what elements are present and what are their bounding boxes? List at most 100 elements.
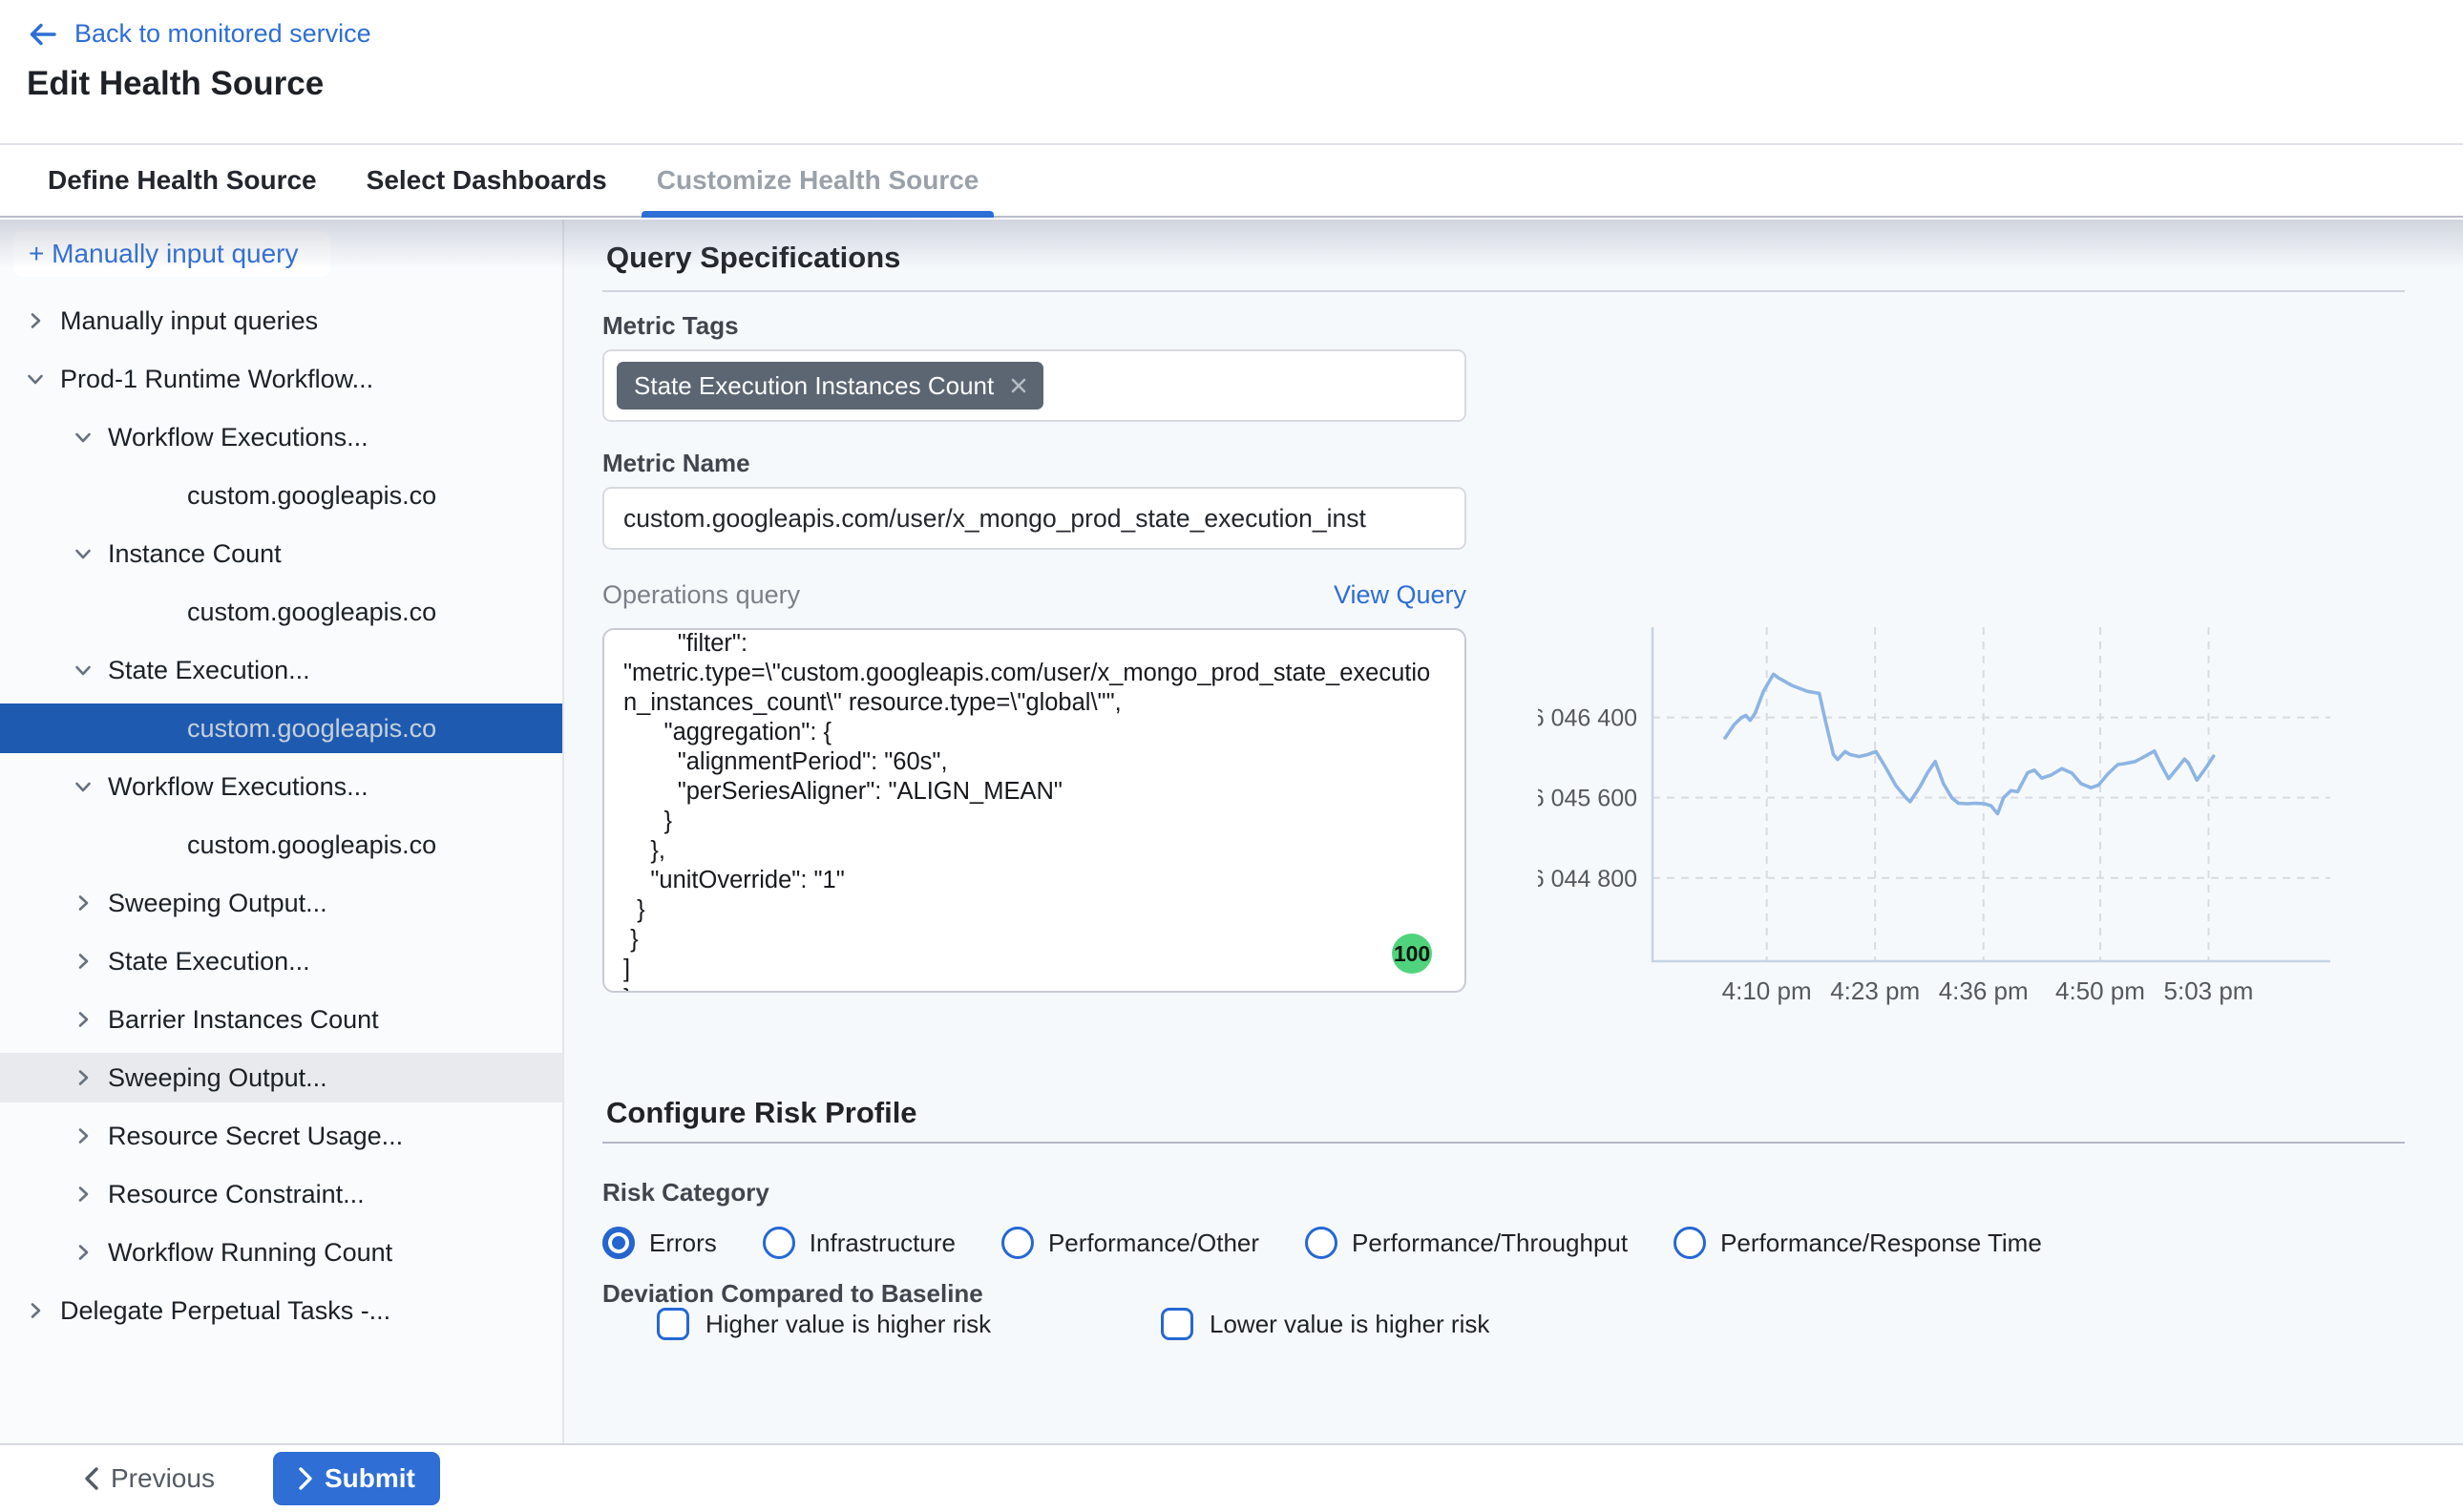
risk-category-radio-group: Errors Infrastructure Performance/Other Per… [602, 1222, 2042, 1264]
operations-query-editor[interactable]: "filter": "metric.type=\"custom.googleap… [602, 628, 1466, 993]
chevron-right-icon[interactable] [72, 1066, 95, 1089]
risk-category-radio-label: Errors [649, 1228, 717, 1258]
checkbox-icon [1161, 1308, 1193, 1340]
sidebar-tree-item[interactable]: Resource Secret Usage... [0, 1111, 562, 1161]
chevron-right-icon[interactable] [72, 1183, 95, 1206]
back-arrow-icon [27, 20, 59, 49]
deviation-checkbox-row: Higher value is higher risk Lower value … [602, 1308, 1939, 1350]
sidebar-tree-item[interactable]: Workflow Executions... [0, 412, 562, 462]
svg-text:4:50 pm: 4:50 pm [2055, 976, 2145, 1005]
sidebar-tree-item[interactable]: Instance Count [0, 529, 562, 578]
operations-query-text: "filter": "metric.type=\"custom.googleap… [623, 629, 1443, 993]
metric-tags-input[interactable]: State Execution Instances Count [602, 349, 1466, 422]
higher-value-checkbox-label: Higher value is higher risk [705, 1310, 991, 1339]
records-count-badge: 100 [1392, 934, 1432, 974]
sidebar-tree-item[interactable]: Barrier Instances Count [0, 995, 562, 1044]
sidebar-tree-item[interactable]: custom.googleapis.co [0, 471, 562, 520]
submit-button[interactable]: Submit [273, 1452, 440, 1505]
sidebar-tree-item[interactable]: Workflow Running Count [0, 1228, 562, 1277]
risk-category-radio[interactable]: Errors [602, 1227, 717, 1259]
sidebar-tree-item[interactable]: Sweeping Output... [0, 878, 562, 928]
checkbox-icon [657, 1308, 689, 1340]
risk-category-radio[interactable]: Performance/Other [1001, 1227, 1259, 1259]
sidebar-tree-item[interactable]: custom.googleapis.co [0, 820, 562, 870]
sidebar-tree-item-label: State Execution... [108, 947, 310, 976]
metric-name-input[interactable]: custom.googleapis.com/user/x_mongo_prod_… [602, 487, 1466, 550]
sidebar-tree-item-label: custom.googleapis.co [187, 481, 436, 511]
sidebar-tree-item-label: Instance Count [108, 539, 282, 569]
sidebar-metric-tree: + Manually input query Manually input qu… [0, 220, 564, 1443]
sidebar-tree-item[interactable]: Manually input queries [0, 296, 562, 346]
edit-health-source-page: Back to monitored service Edit Health So… [0, 0, 2463, 1512]
metric-tags-label: Metric Tags [602, 311, 739, 341]
operations-query-label: Operations query [602, 580, 800, 610]
sidebar-tree-item[interactable]: custom.googleapis.co [0, 587, 562, 637]
tab-define-health-source[interactable]: Define Health Source [46, 145, 319, 216]
sidebar-tree-item-label: Barrier Instances Count [108, 1005, 379, 1035]
sidebar-tree-item-label: Manually input queries [60, 306, 318, 336]
risk-category-radio-label: Infrastructure [810, 1228, 956, 1258]
section-divider [602, 290, 2405, 292]
metric-tree: Manually input queries Prod-1 Runtime Wor… [0, 296, 562, 1344]
sidebar-tree-item-label: State Execution... [108, 656, 310, 685]
risk-category-radio[interactable]: Infrastructure [763, 1227, 956, 1259]
sidebar-tree-item[interactable]: Prod-1 Runtime Workflow... [0, 354, 562, 404]
configure-risk-profile-heading: Configure Risk Profile [606, 1096, 917, 1130]
sidebar-tree-item[interactable]: Sweeping Output... [0, 1053, 562, 1102]
sidebar-tree-item-label: Workflow Executions... [108, 772, 368, 802]
risk-category-radio-label: Performance/Throughput [1352, 1228, 1628, 1258]
back-to-monitored-service-link[interactable]: Back to monitored service [27, 19, 371, 49]
chevron-right-icon[interactable] [72, 1008, 95, 1031]
chevron-right-icon[interactable] [72, 892, 95, 914]
sidebar-tree-item-label: custom.googleapis.co [187, 714, 436, 744]
footer: Previous Submit [0, 1443, 2463, 1512]
svg-text:36 045 600: 36 045 600 [1538, 786, 1637, 812]
add-manual-query-button[interactable]: + Manually input query [13, 231, 330, 277]
header: Back to monitored service Edit Health So… [0, 0, 2463, 143]
deviation-label: Deviation Compared to Baseline [602, 1279, 983, 1309]
remove-tag-icon[interactable] [1009, 376, 1028, 395]
chevron-right-icon[interactable] [72, 950, 95, 973]
main-panel: Query Specifications Metric Tags State E… [564, 220, 2463, 1443]
risk-category-label: Risk Category [602, 1178, 769, 1208]
chevron-down-icon[interactable] [72, 542, 95, 565]
chevron-down-icon[interactable] [72, 775, 95, 798]
sidebar-tree-item-label: custom.googleapis.co [187, 598, 436, 627]
radio-icon [763, 1227, 795, 1259]
chevron-right-icon[interactable] [24, 309, 47, 332]
previous-button[interactable]: Previous [84, 1463, 215, 1494]
tab-bar: Define Health Source Select Dashboards C… [0, 143, 2463, 218]
sidebar-tree-item-label: Sweeping Output... [108, 889, 327, 918]
svg-text:4:23 pm: 4:23 pm [1830, 976, 1920, 1005]
lower-value-checkbox[interactable]: Lower value is higher risk [1161, 1308, 1489, 1340]
metric-name-label: Metric Name [602, 449, 750, 478]
chevron-right-icon[interactable] [72, 1241, 95, 1264]
metric-tag-chip[interactable]: State Execution Instances Count [617, 362, 1043, 410]
back-link-label: Back to monitored service [74, 19, 371, 49]
lower-value-checkbox-label: Lower value is higher risk [1210, 1310, 1489, 1339]
sidebar-tree-item-label: Delegate Perpetual Tasks -... [60, 1296, 390, 1326]
sidebar-tree-item[interactable]: Resource Constraint... [0, 1169, 562, 1219]
svg-text:36 046 400: 36 046 400 [1538, 705, 1637, 732]
tab-customize-health-source[interactable]: Customize Health Source [655, 145, 981, 216]
tab-select-dashboards[interactable]: Select Dashboards [365, 145, 609, 216]
higher-value-checkbox[interactable]: Higher value is higher risk [657, 1308, 991, 1340]
chevron-down-icon[interactable] [72, 659, 95, 682]
metric-tag-chip-label: State Execution Instances Count [634, 371, 994, 401]
query-specifications-heading: Query Specifications [606, 241, 900, 275]
risk-category-radio[interactable]: Performance/Response Time [1674, 1227, 2042, 1259]
chevron-right-icon[interactable] [24, 1299, 47, 1322]
view-query-link[interactable]: View Query [1334, 580, 1466, 610]
risk-category-radio[interactable]: Performance/Throughput [1305, 1227, 1628, 1259]
chevron-right-icon[interactable] [72, 1124, 95, 1147]
sidebar-tree-item[interactable]: custom.googleapis.co [0, 704, 562, 753]
chevron-down-icon[interactable] [72, 426, 95, 449]
sidebar-tree-item[interactable]: Delegate Perpetual Tasks -... [0, 1286, 562, 1335]
sidebar-tree-item[interactable]: Workflow Executions... [0, 762, 562, 811]
sidebar-tree-item-label: Prod-1 Runtime Workflow... [60, 365, 373, 394]
radio-icon [1674, 1227, 1706, 1259]
chevron-down-icon[interactable] [24, 368, 47, 390]
sidebar-tree-item[interactable]: State Execution... [0, 645, 562, 695]
svg-text:36 044 800: 36 044 800 [1538, 866, 1637, 892]
sidebar-tree-item[interactable]: State Execution... [0, 936, 562, 986]
